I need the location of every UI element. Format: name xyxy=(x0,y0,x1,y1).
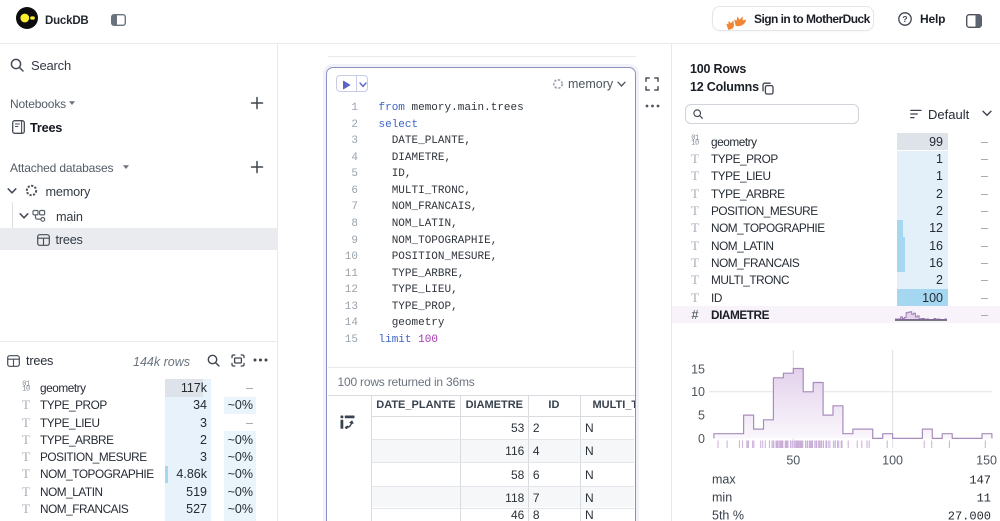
svg-text:11: 11 xyxy=(977,492,991,506)
svg-text:50: 50 xyxy=(786,454,800,468)
svg-text:27.000: 27.000 xyxy=(948,510,991,521)
svg-text:147: 147 xyxy=(969,474,991,488)
svg-text:min: min xyxy=(712,491,732,505)
svg-text:max: max xyxy=(712,473,736,487)
svg-text:5th %: 5th % xyxy=(712,509,744,521)
svg-text:10: 10 xyxy=(691,385,705,399)
svg-text:15: 15 xyxy=(691,362,705,376)
svg-text:5: 5 xyxy=(698,409,705,423)
svg-text:0: 0 xyxy=(698,432,705,446)
svg-text:100: 100 xyxy=(882,454,903,468)
svg-text:150: 150 xyxy=(976,454,997,468)
svg-text:?: ? xyxy=(902,14,907,24)
